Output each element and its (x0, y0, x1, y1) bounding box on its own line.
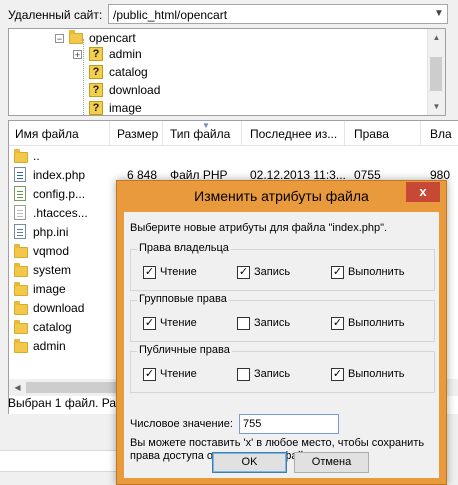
file-name: system (33, 263, 72, 277)
checkbox-label: Запись (254, 266, 291, 278)
column-divider[interactable] (420, 121, 421, 145)
checkbox-label: Выполнить (348, 368, 405, 380)
checkbox-label: Запись (254, 368, 291, 380)
folder-icon (14, 149, 28, 163)
tree-item-label: download (109, 83, 161, 97)
checkbox-label: Чтение (160, 266, 197, 278)
file-name: .htacces... (33, 206, 88, 220)
column-header-size[interactable]: Размер (117, 127, 158, 141)
queue-row (0, 450, 120, 472)
tree-item-label: admin (109, 47, 142, 61)
owner-permissions-group: Права владельца ✓ Чтение ✓ Запись ✓ Выпо… (130, 242, 435, 291)
checkbox-box[interactable]: ✓ (143, 266, 156, 279)
checkbox-box[interactable]: ✓ (331, 368, 344, 381)
tree-item-catalog[interactable]: ? catalog (71, 63, 251, 81)
tree-item-label: opencart (89, 31, 136, 45)
file-name: vqmod (33, 244, 70, 258)
column-header-permissions[interactable]: Права (354, 127, 389, 141)
checkbox-box[interactable]: ✓ (331, 266, 344, 279)
scrollbar-thumb[interactable] (430, 57, 442, 91)
public-permissions-group: Публичные права ✓ Чтение Запись ✓ Выполн… (130, 344, 435, 393)
dialog-title: Изменить атрибуты файла (194, 188, 369, 204)
scroll-left-icon[interactable]: ◀ (9, 379, 26, 396)
collapse-icon[interactable]: − (55, 34, 64, 44)
file-name: catalog (33, 320, 72, 334)
file-name: download (33, 301, 85, 315)
folder-icon (14, 339, 28, 353)
column-divider[interactable] (344, 121, 345, 145)
ini-file-icon (14, 224, 26, 239)
remote-directory-tree[interactable]: − opencart + ? admin ? catalog ? downloa… (8, 28, 446, 116)
column-header-name[interactable]: Имя файла (15, 127, 79, 141)
group-title: Групповые права (137, 293, 229, 305)
checkbox-label: Выполнить (348, 317, 405, 329)
remote-path-value[interactable]: /public_html/opencart (113, 8, 227, 22)
column-header-owner[interactable]: Вла (430, 127, 452, 141)
cancel-button[interactable]: Отмена (294, 452, 369, 473)
dialog-prompt: Выберите новые атрибуты для файла "index… (130, 222, 388, 234)
ok-button[interactable]: OK (212, 452, 287, 473)
scroll-down-icon[interactable]: ▼ (428, 98, 445, 115)
folder-open-icon (69, 30, 83, 44)
close-button[interactable]: x (406, 182, 440, 202)
numeric-value-label: Числовое значение: (130, 418, 233, 430)
expand-icon[interactable]: + (73, 50, 82, 60)
tree-item-download[interactable]: ? download (71, 81, 251, 99)
dialog-body: Выберите новые атрибуты для файла "index… (124, 212, 439, 478)
checkbox-label: Чтение (160, 368, 197, 380)
unknown-folder-icon: ? (89, 65, 103, 79)
folder-icon (14, 301, 28, 315)
column-divider[interactable] (241, 121, 242, 145)
checkbox-box[interactable] (237, 368, 250, 381)
file-name: php.ini (33, 225, 69, 239)
file-name: .. (33, 149, 40, 163)
remote-path-combo[interactable]: /public_html/opencart ▼ (108, 4, 448, 24)
tree-item-image[interactable]: ? image (71, 99, 251, 115)
group-permissions-group: Групповые права ✓ Чтение Запись ✓ Выполн… (130, 293, 435, 342)
checkbox-box[interactable]: ✓ (143, 368, 156, 381)
unknown-folder-icon: ? (89, 83, 103, 97)
file-name: image (33, 282, 66, 296)
numeric-value-input[interactable]: 755 (239, 414, 339, 434)
unknown-folder-icon: ? (89, 47, 103, 61)
folder-icon (14, 263, 28, 277)
tree-item-label: catalog (109, 65, 148, 79)
php-file-icon (14, 167, 26, 182)
change-file-attributes-dialog: Изменить атрибуты файла x Выберите новые… (116, 180, 447, 485)
column-divider[interactable] (162, 121, 163, 145)
chevron-down-icon[interactable]: ▼ (431, 5, 447, 23)
status-bar-text: Выбран 1 файл. Разм (8, 396, 130, 410)
checkbox-box[interactable] (237, 317, 250, 330)
folder-icon (14, 282, 28, 296)
php-file-icon (14, 186, 26, 201)
scroll-up-icon[interactable]: ▲ (428, 29, 445, 46)
group-title: Публичные права (137, 344, 232, 356)
remote-site-bar: Удаленный сайт: /public_html/opencart ▼ (0, 0, 458, 28)
checkbox-box[interactable]: ✓ (331, 317, 344, 330)
tree-item-admin[interactable]: + ? admin (71, 45, 251, 63)
folder-icon (14, 244, 28, 258)
checkbox-label: Запись (254, 317, 291, 329)
checkbox-box[interactable]: ✓ (237, 266, 250, 279)
folder-icon (14, 320, 28, 334)
column-header-modified[interactable]: Последнее из... (250, 127, 337, 141)
file-name: admin (33, 339, 66, 353)
checkbox-box[interactable]: ✓ (143, 317, 156, 330)
file-name: index.php (33, 168, 86, 182)
remote-site-label: Удаленный сайт: (8, 8, 103, 22)
file-name: config.p... (33, 187, 86, 201)
tree-item-label: image (109, 101, 142, 115)
file-list-header: Имя файла Размер ▼ Тип файла Последнее и… (9, 121, 458, 146)
checkbox-label: Чтение (160, 317, 197, 329)
file-icon (14, 205, 26, 220)
group-title: Права владельца (137, 242, 231, 254)
unknown-folder-icon: ? (89, 101, 103, 115)
tree-vertical-scrollbar[interactable]: ▲ ▼ (427, 29, 445, 115)
column-header-type[interactable]: Тип файла (170, 127, 230, 141)
column-divider[interactable] (109, 121, 110, 145)
checkbox-label: Выполнить (348, 266, 405, 278)
file-row-parent[interactable]: .. (9, 146, 458, 165)
